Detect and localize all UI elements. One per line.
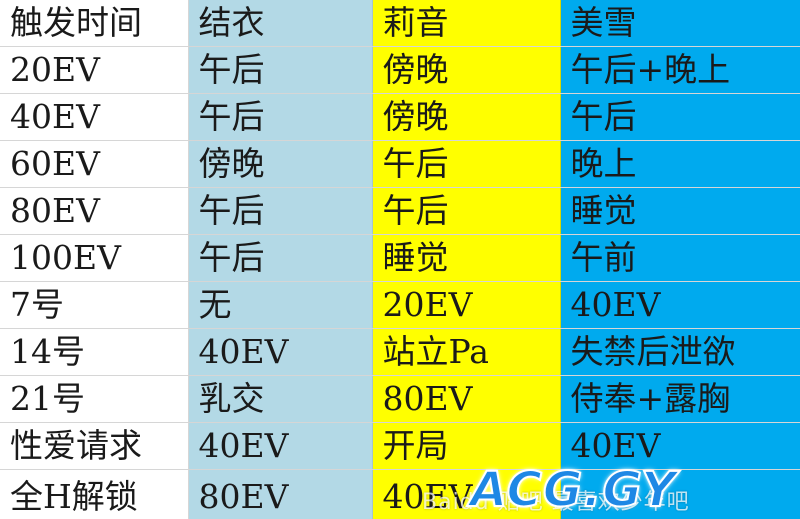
cell-trigger-time[interactable]: 全H解锁 [0, 469, 189, 519]
table-row: 7号无 20EV 40EV [0, 281, 800, 329]
event-trigger-table: 触发时间 结衣 莉音 美雪 20EV 午后 傍晚 午后+晚上 40EV 午后 傍晚 午后 60EV 傍晚午… [0, 0, 800, 519]
cell-yui[interactable]: 乳交 [188, 375, 373, 423]
table-row: 20EV 午后 傍晚 午后+晚上 [0, 46, 800, 94]
table-row: 21号 乳交 80EV 侍奉+露胸 [0, 375, 800, 423]
header-cell-meixue[interactable]: 美雪 [560, 0, 800, 47]
cell-riyin[interactable]: 午后 [372, 140, 561, 188]
cell-riyin[interactable]: 站立Pa [372, 328, 561, 376]
table-row: 100EV 午后 睡觉 午前 [0, 234, 800, 282]
cell-yui[interactable]: 无 [188, 281, 373, 329]
table-body: 触发时间 结衣 莉音 美雪 20EV 午后 傍晚 午后+晚上 40EV 午后 傍晚 午后 60EV 傍晚午… [0, 0, 800, 519]
spreadsheet-view: 触发时间 结衣 莉音 美雪 20EV 午后 傍晚 午后+晚上 40EV 午后 傍晚 午后 60EV 傍晚午… [0, 0, 800, 519]
cell-yui[interactable]: 傍晚 [188, 140, 373, 188]
cell-trigger-time[interactable]: 100EV [0, 234, 189, 282]
cell-meixue[interactable]: 晚上 [560, 140, 800, 188]
site-logo-watermark: ACG.GY [469, 461, 677, 519]
cell-trigger-time[interactable]: 60EV [0, 140, 189, 188]
cell-meixue[interactable]: 午前 [560, 234, 800, 282]
cell-meixue[interactable]: 午后 [560, 93, 800, 141]
header-cell-yui[interactable]: 结衣 [188, 0, 373, 47]
cell-trigger-time[interactable]: 40EV [0, 93, 189, 141]
cell-trigger-time[interactable]: 80EV [0, 187, 189, 235]
cell-trigger-time[interactable]: 7号 [0, 281, 189, 329]
cell-yui[interactable]: 午后 [188, 234, 373, 282]
table-row: 40EV 午后 傍晚 午后 [0, 93, 800, 141]
header-cell-riyin[interactable]: 莉音 [372, 0, 561, 47]
cell-riyin[interactable]: 傍晚 [372, 46, 561, 94]
cell-meixue[interactable]: 侍奉+露胸 [560, 375, 800, 423]
cell-meixue[interactable]: 午后+晚上 [560, 46, 800, 94]
cell-yui[interactable]: 80EV [188, 469, 373, 519]
cell-riyin[interactable]: 20EV [372, 281, 561, 329]
cell-yui[interactable]: 午后 [188, 187, 373, 235]
header-cell-trigger-time[interactable]: 触发时间 [0, 0, 189, 47]
table-row: 80EV 午后 午后 睡觉 [0, 187, 800, 235]
cell-yui[interactable]: 40EV [188, 328, 373, 376]
cell-trigger-time[interactable]: 21号 [0, 375, 189, 423]
cell-riyin[interactable]: 睡觉 [372, 234, 561, 282]
cell-riyin[interactable]: 傍晚 [372, 93, 561, 141]
table-row: 14号 40EV 站立Pa 失禁后泄欲 [0, 328, 800, 376]
cell-trigger-time[interactable]: 20EV [0, 46, 189, 94]
header-row: 触发时间 结衣 莉音 美雪 [0, 0, 800, 47]
cell-riyin[interactable]: 午后 [372, 187, 561, 235]
cell-yui[interactable]: 午后 [188, 46, 373, 94]
cell-meixue[interactable]: 睡觉 [560, 187, 800, 235]
cell-yui[interactable]: 40EV [188, 422, 373, 470]
cell-riyin[interactable]: 80EV [372, 375, 561, 423]
cell-trigger-time[interactable]: 14号 [0, 328, 189, 376]
cell-meixue[interactable]: 40EV [560, 281, 800, 329]
cell-meixue[interactable]: 失禁后泄欲 [560, 328, 800, 376]
cell-trigger-time[interactable]: 性爱请求 [0, 422, 189, 470]
table-row: 60EV 傍晚 午后 晚上 [0, 140, 800, 188]
cell-yui[interactable]: 午后 [188, 93, 373, 141]
table-row: 性爱请求 40EV 开局 40EV [0, 422, 800, 470]
